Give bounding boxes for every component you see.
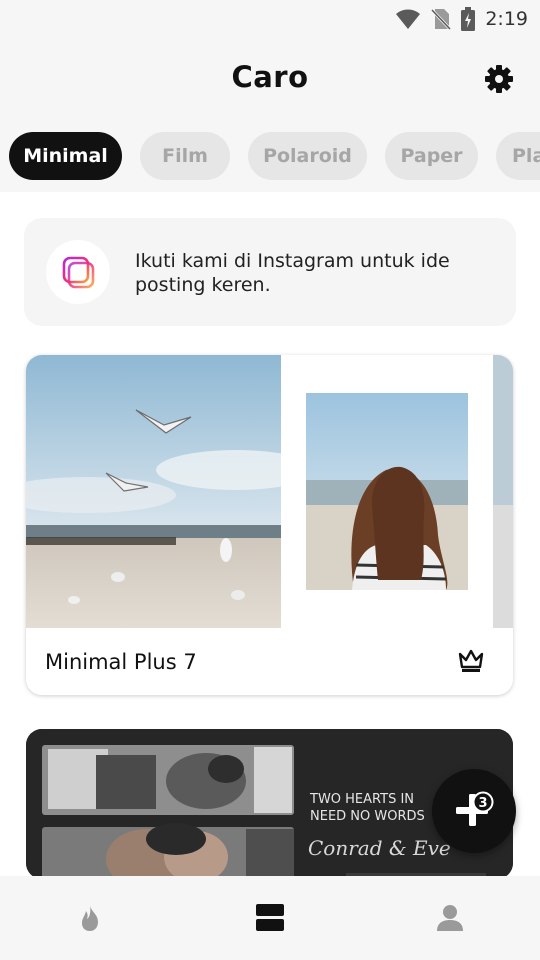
no-sim-icon [431, 8, 452, 30]
tab-paper[interactable]: Paper [385, 132, 478, 180]
tab-film[interactable]: Film [140, 132, 230, 180]
create-fab-button[interactable]: 3 [432, 769, 516, 853]
fab-badge: 3 [478, 796, 487, 811]
status-bar: 2:19 [0, 0, 540, 36]
instagram-promo[interactable]: Ikuti kami di Instagram untuk ide postin… [24, 218, 516, 326]
crown-icon [458, 649, 484, 672]
gear-icon[interactable] [484, 64, 514, 94]
promo-text: Ikuti kami di Instagram untuk ide postin… [135, 250, 450, 296]
tab-minimal[interactable]: Minimal [9, 132, 122, 180]
status-icons: 2:19 [395, 7, 528, 31]
template-preview-image [26, 355, 513, 628]
template-card-footer: Minimal Plus 7 [26, 628, 513, 695]
add-icon: 3 [456, 791, 494, 826]
app-title: Caro [231, 60, 309, 94]
category-tabs: Minimal Film Polaroid Paper Pla [0, 124, 540, 192]
flame-icon[interactable] [74, 902, 106, 934]
profile-icon[interactable] [434, 902, 466, 934]
template-quote-line1: TWO HEARTS IN [309, 792, 414, 807]
app-header: Caro [0, 36, 540, 124]
templates-icon[interactable] [254, 902, 286, 934]
template-card[interactable]: Minimal Plus 7 [26, 355, 513, 695]
tab-plain[interactable]: Pla [496, 132, 540, 180]
instagram-icon [62, 256, 95, 289]
wifi-icon [396, 9, 421, 29]
template-quote-line2: NEED NO WORDS [310, 809, 425, 824]
template-title: Minimal Plus 7 [45, 650, 197, 674]
status-time: 2:19 [485, 8, 528, 30]
tab-polaroid[interactable]: Polaroid [248, 132, 367, 180]
bottom-nav [0, 876, 540, 960]
battery-icon [461, 7, 476, 31]
instagram-icon-wrap [46, 240, 110, 304]
template-script-names: Conrad & Eve [308, 836, 451, 860]
